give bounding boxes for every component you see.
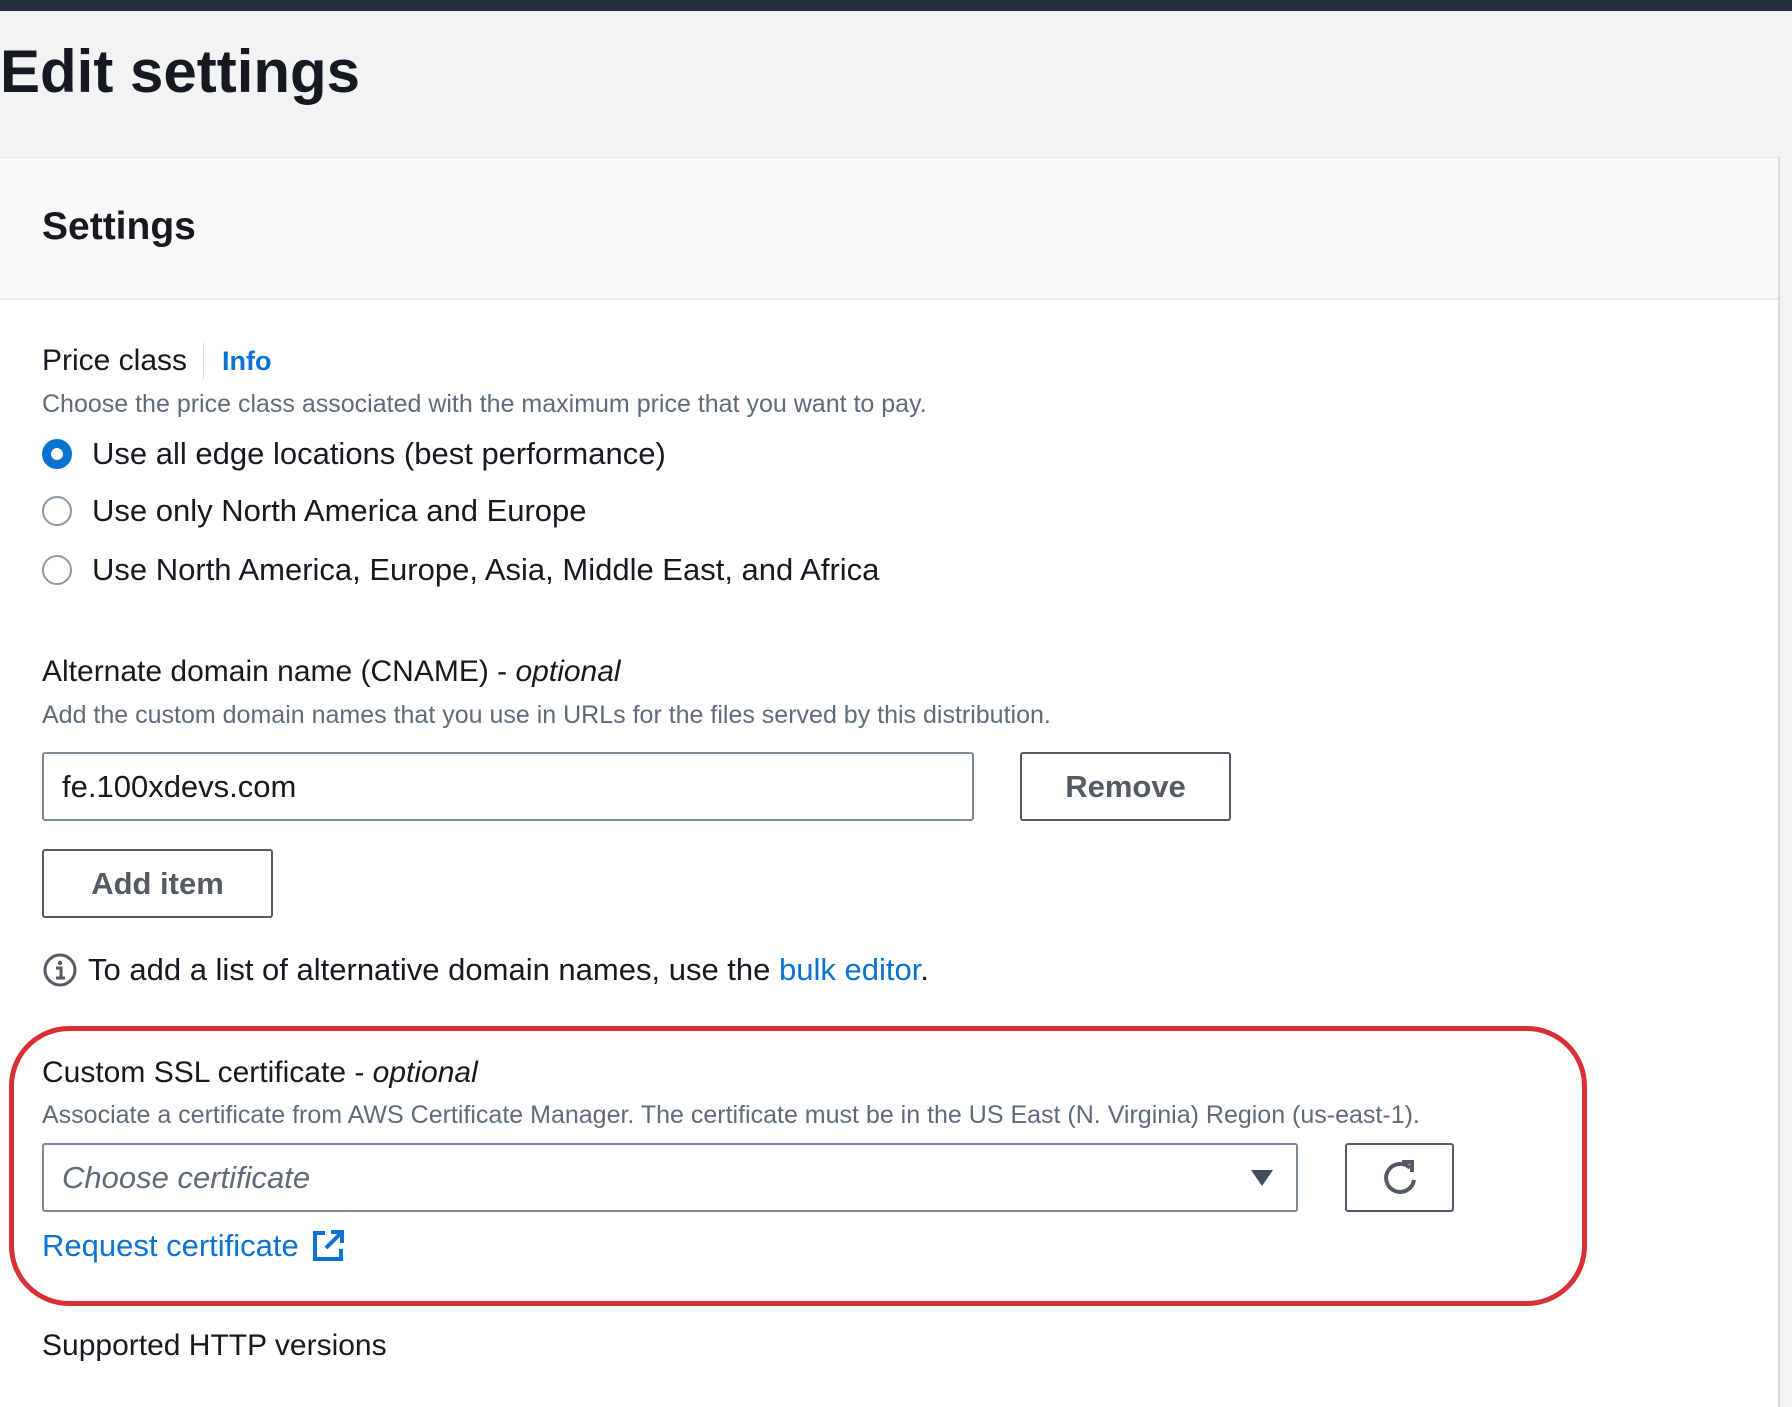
radio-na-eu-asia-me-africa[interactable]: Use North America, Europe, Asia, Middle … [42, 552, 879, 588]
refresh-icon [1383, 1159, 1416, 1194]
radio-north-america-europe[interactable]: Use only North America and Europe [42, 493, 587, 529]
http-versions-label: Supported HTTP versions [42, 1329, 387, 1362]
refresh-certificates-button[interactable] [1345, 1143, 1454, 1212]
settings-panel-header [0, 157, 1778, 300]
external-link-icon [312, 1230, 344, 1261]
radio-unselected-icon[interactable] [42, 496, 72, 526]
bulk-editor-link[interactable]: bulk editor [779, 952, 920, 987]
ssl-label: Custom SSL certificate - optional [42, 1055, 478, 1091]
request-certificate-link[interactable]: Request certificate [42, 1228, 345, 1264]
cname-input[interactable]: fe.100xdevs.com [42, 752, 974, 821]
ssl-description: Associate a certificate from AWS Certifi… [42, 1101, 1420, 1129]
caret-down-icon [1251, 1169, 1273, 1186]
certificate-select-placeholder: Choose certificate [62, 1159, 311, 1195]
page-title: Edit settings [0, 38, 361, 105]
info-link[interactable]: Info [203, 343, 272, 379]
radio-unselected-icon[interactable] [42, 555, 72, 585]
add-item-button[interactable]: Add item [42, 849, 273, 918]
cname-label: Alternate domain name (CNAME) - optional [42, 654, 621, 690]
remove-button[interactable]: Remove [1020, 752, 1231, 821]
price-class-description: Choose the price class associated with t… [42, 390, 927, 418]
cname-label-text: Alternate domain name (CNAME) - [42, 655, 516, 688]
optional-tag: optional [372, 1056, 478, 1089]
radio-label: Use all edge locations (best performance… [92, 436, 666, 471]
certificate-select[interactable]: Choose certificate [42, 1143, 1298, 1212]
price-class-label-row: Price class Info [42, 343, 272, 379]
info-circle-icon [43, 953, 77, 987]
price-class-label: Price class [42, 344, 188, 377]
settings-heading: Settings [42, 205, 196, 248]
bulk-editor-hint: To add a list of alternative domain name… [42, 952, 929, 988]
radio-label: Use only North America and Europe [92, 493, 587, 528]
radio-selected-icon[interactable] [42, 439, 72, 469]
optional-tag: optional [515, 655, 621, 688]
request-certificate-label: Request certificate [42, 1228, 299, 1263]
hint-text: To add a list of alternative domain name… [88, 952, 780, 987]
ssl-label-text: Custom SSL certificate - [42, 1056, 373, 1089]
hint-suffix: . [920, 952, 929, 987]
radio-all-edge-locations[interactable]: Use all edge locations (best performance… [42, 436, 666, 472]
cname-input-value: fe.100xdevs.com [62, 768, 297, 804]
radio-label: Use North America, Europe, Asia, Middle … [92, 552, 880, 587]
top-navigation-bar [0, 0, 1792, 11]
cname-description: Add the custom domain names that you use… [42, 701, 1051, 729]
